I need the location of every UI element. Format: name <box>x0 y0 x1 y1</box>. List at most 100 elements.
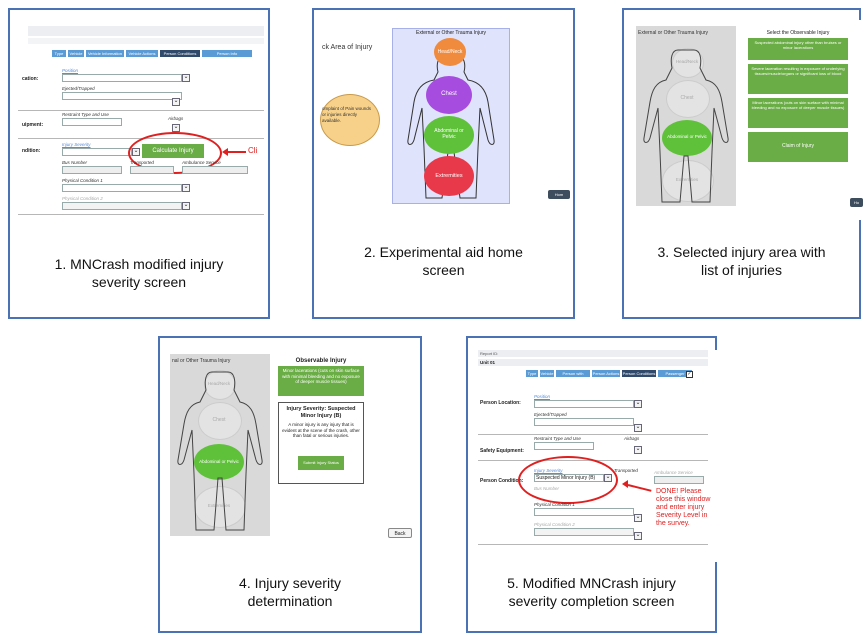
panel-5-screenshot: Report ID: Unit 01 Type Vehicle Person w… <box>478 350 718 562</box>
tab-vehicle[interactable]: Vehicle <box>540 370 554 377</box>
injury-option-2[interactable]: Severe laceration resulting in exposure … <box>748 64 848 94</box>
label-safety-equipment: Safety Equipment: <box>480 448 524 454</box>
tab-type[interactable]: Type <box>52 50 66 57</box>
panel-3-caption: 3. Selected injury area with list of inj… <box>624 243 859 279</box>
position-input[interactable] <box>534 400 634 408</box>
phys-cond-1-input[interactable] <box>62 184 182 192</box>
panel-4: nal or Other Trauma Injury Head/Neck Che… <box>158 336 422 633</box>
selected-injury-box: Minor lacerations (cuts on skin surface … <box>278 366 364 396</box>
back-button[interactable]: Back <box>388 528 412 538</box>
airbags-label: Airbags <box>168 116 184 121</box>
panel-1-screenshot: Type Vehicle Vehicle Information Vehicle… <box>18 24 264 230</box>
observable-title: Observable Injury <box>295 358 347 364</box>
transported-input[interactable] <box>130 166 174 174</box>
divider-1 <box>478 434 708 435</box>
panel-3-screenshot: External or Other Trauma Injury Head/Nec… <box>630 20 863 220</box>
panel-title: External or Other Trauma Injury <box>638 30 709 36</box>
tab-person-conditions[interactable]: Person Conditions <box>160 50 200 57</box>
bus-number-input[interactable] <box>62 166 122 174</box>
phys-cond-1-dropdown[interactable]: ⌄ <box>182 184 190 192</box>
caption-line: severity completion screen <box>508 593 675 609</box>
tab-type[interactable]: Type <box>526 370 538 377</box>
label-person-location: Person Location: <box>480 400 521 406</box>
panel-4-caption: 4. Injury severity determination <box>160 574 420 610</box>
transported-label: Transported <box>130 160 154 165</box>
panel-2: ck Area of Injury omplaint of Pain wound… <box>312 8 575 319</box>
report-id: Report ID: <box>480 351 499 356</box>
caption-line: 1. MNCrash modified injury <box>54 256 224 272</box>
panel-2-caption: 2. Experimental aid home screen <box>314 243 573 279</box>
report-bar <box>478 350 708 357</box>
divider-1 <box>18 110 264 111</box>
position-dropdown[interactable]: ⌄ <box>182 74 190 82</box>
panel-1: Type Vehicle Vehicle Information Vehicle… <box>8 8 270 319</box>
label-condition: ndition: <box>22 148 41 154</box>
sub-bar <box>28 38 264 44</box>
restraint-input[interactable] <box>534 442 594 450</box>
ejected-dropdown[interactable]: ⌄ <box>172 98 180 106</box>
ejected-input[interactable] <box>534 418 634 426</box>
injury-option-3[interactable]: Minor lacerations (cuts on skin surface … <box>748 98 848 128</box>
tab-person-actions[interactable]: Person Actions <box>592 370 620 377</box>
home-button[interactable]: Hom <box>548 190 570 199</box>
ejected-label: Ejected/Trapped <box>62 86 95 91</box>
panel-5: Report ID: Unit 01 Type Vehicle Person w… <box>466 336 718 633</box>
injury-option-1[interactable]: Suspected abdominal injury other than br… <box>748 38 848 60</box>
ejected-label: Ejected/Trapped <box>534 412 567 417</box>
region-extremities-label: Extremities <box>435 173 463 179</box>
ambulance-input[interactable] <box>182 166 248 174</box>
phys-cond-2-input[interactable] <box>534 528 634 536</box>
injury-severity-input[interactable] <box>62 148 132 156</box>
label-location: cation: <box>22 76 39 82</box>
passenger-check-icon[interactable]: ✓ <box>686 371 693 378</box>
arrow-head <box>622 480 628 488</box>
position-input[interactable] <box>62 74 182 82</box>
caption-line: screen <box>422 262 465 278</box>
phys-cond-1-input[interactable] <box>534 508 634 516</box>
position-dropdown[interactable]: ⌄ <box>634 400 642 408</box>
panel-5-caption: 5. Modified MNCrash injury severity comp… <box>468 574 715 610</box>
callout-text: Cli <box>248 146 258 155</box>
caption-line: 2. Experimental aid home <box>364 244 523 260</box>
body-outline-icon <box>177 371 263 531</box>
side-text: ck Area of Injury <box>322 44 373 51</box>
airbags-dropdown[interactable]: ⌄ <box>634 446 642 454</box>
arrow-line <box>226 151 246 153</box>
unit-label: Unit 01 <box>480 360 496 365</box>
ejected-input[interactable] <box>62 92 182 100</box>
severity-title: Injury Severity: Suspected Minor Injury … <box>286 406 356 419</box>
injury-option-4[interactable]: Claim of Injury <box>748 132 848 162</box>
injury-severity-label: Injury Severity <box>62 142 91 147</box>
phys-cond-2-input[interactable] <box>62 202 182 210</box>
panel-2-screenshot: ck Area of Injury omplaint of Pain wound… <box>320 24 570 214</box>
caption-line: 5. Modified MNCrash injury <box>507 575 676 591</box>
tab-person-with-vehicle[interactable]: Person with Vehicle <box>556 370 590 383</box>
region-chest-label: Chest <box>441 91 457 97</box>
phys-cond-2-dropdown[interactable]: ⌄ <box>182 202 190 210</box>
restraint-label: Restraint Type and Use <box>534 436 581 441</box>
tab-vehicle-actions[interactable]: Vehicle Actions <box>126 50 158 57</box>
tab-person-info[interactable]: Person Info <box>202 50 252 57</box>
home-button[interactable]: Ho <box>850 198 863 207</box>
airbags-dropdown[interactable]: ⌄ <box>172 124 180 132</box>
restraint-input[interactable] <box>62 118 122 126</box>
ejected-dropdown[interactable]: ⌄ <box>634 424 642 432</box>
phys-cond-2-label: Physical Condition 2 <box>62 196 103 201</box>
caption-line: list of injuries <box>701 262 782 278</box>
arrow-head <box>222 148 228 156</box>
tab-vehicle[interactable]: Vehicle <box>68 50 84 57</box>
top-bar <box>28 26 264 36</box>
unit-bar <box>478 359 708 366</box>
phys-cond-2-dropdown[interactable]: ⌄ <box>634 532 642 540</box>
ambulance-input[interactable] <box>654 476 704 484</box>
phys-cond-1-dropdown[interactable]: ⌄ <box>634 514 642 522</box>
caption-line: determination <box>247 593 333 609</box>
phys-cond-2-label: Physical Condition 2 <box>534 522 575 527</box>
submit-injury-button[interactable]: Submit Injury Status <box>298 456 344 470</box>
tab-vehicle-information[interactable]: Vehicle Information <box>86 50 124 57</box>
bus-number-label: Bus Number <box>62 160 88 165</box>
region-head-neck-label: Head/Neck <box>437 49 463 55</box>
tab-person-conditions[interactable]: Person Conditions <box>622 370 656 377</box>
highlight-ellipse <box>518 456 618 504</box>
airbags-label: Airbags <box>624 436 640 441</box>
